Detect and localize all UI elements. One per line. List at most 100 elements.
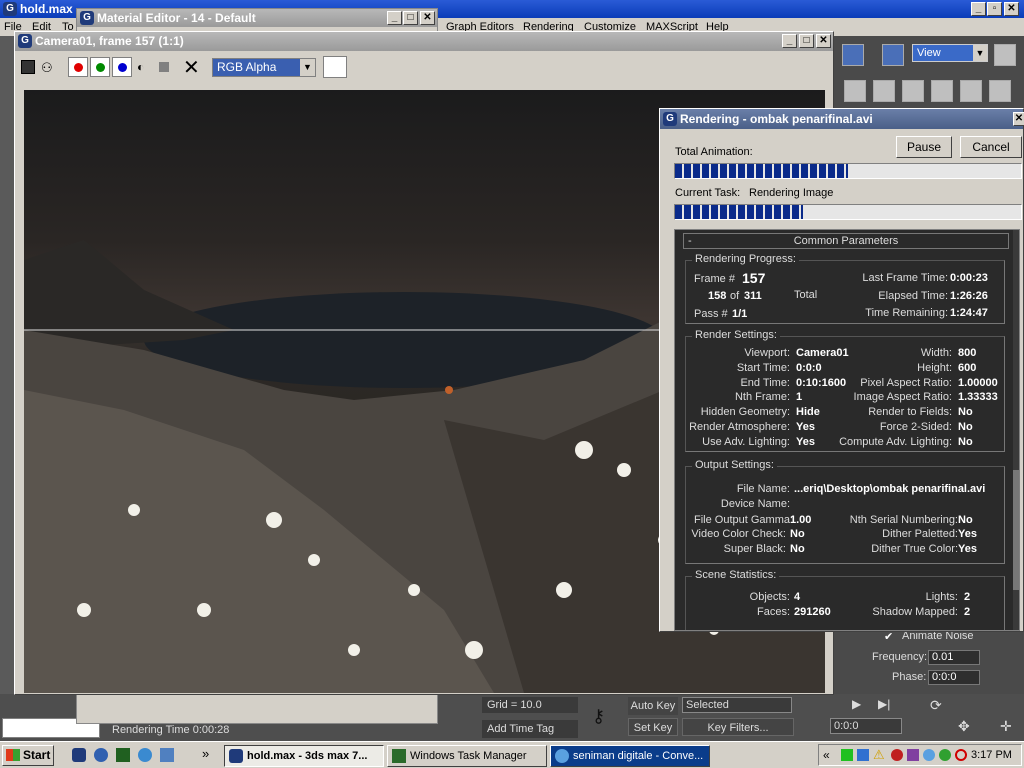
frame-value: 157 — [742, 270, 766, 286]
tray-warning-icon[interactable]: ⚠ — [873, 747, 885, 763]
lights-label: Lights: — [925, 591, 958, 603]
render-settings-group: Render Settings: Viewport: Camera01 Start … — [685, 329, 1005, 452]
max-restore-button[interactable]: ▫ — [987, 2, 1002, 16]
selected-select[interactable]: Selected — [682, 697, 792, 713]
quick-launch-ie-icon[interactable] — [138, 748, 152, 762]
frequency-input[interactable]: 0.01 — [928, 650, 980, 665]
next-frame-icon[interactable]: ▶| — [878, 697, 890, 711]
green-channel-button[interactable] — [90, 57, 110, 77]
clone-icon[interactable]: ⚇ — [41, 60, 53, 76]
faces-label: Faces: — [756, 606, 790, 618]
frame-close-button[interactable]: ✕ — [816, 34, 831, 48]
max-title: hold.max — [20, 2, 73, 16]
tray-block-icon[interactable] — [955, 749, 967, 761]
mono-channel-icon[interactable]: ◐ — [137, 60, 144, 74]
max-minimize-button[interactable]: _ — [971, 2, 986, 16]
phase-input[interactable]: 0:0:0 — [928, 670, 980, 685]
view-select[interactable]: View ▼ — [912, 44, 988, 62]
common-parameters-panel: - Common Parameters Rendering Progress: … — [674, 229, 1020, 631]
cancel-button[interactable]: Cancel — [960, 136, 1022, 158]
play-icon[interactable]: ▶ — [852, 697, 861, 711]
rendering-dialog-close-button[interactable]: ✕ — [1013, 112, 1024, 126]
file-name-label: File Name: — [736, 483, 790, 495]
color-swatch[interactable] — [323, 56, 347, 78]
start-label: Start — [23, 748, 51, 762]
chevron-down-icon: ▼ — [973, 45, 987, 61]
auto-key-label: Auto Key — [630, 700, 676, 712]
scrollbar[interactable] — [1013, 230, 1019, 630]
add-time-tag-button[interactable]: Add Time Tag — [482, 720, 578, 738]
quick-launch-desktop-icon[interactable] — [160, 748, 174, 762]
pause-button[interactable]: Pause — [896, 136, 952, 158]
viewport-icon[interactable] — [882, 44, 904, 66]
material-editor-minimize-button[interactable]: _ — [387, 11, 402, 25]
utilities-tab-icon[interactable] — [989, 80, 1011, 102]
channel-select[interactable]: RGB Alpha ▼ — [212, 58, 316, 77]
quick-launch-app-icon[interactable] — [116, 748, 130, 762]
tray-antivirus-icon[interactable] — [891, 749, 903, 761]
tray-chevron[interactable]: « — [823, 748, 830, 762]
task-button-task-manager[interactable]: Windows Task Manager — [387, 745, 547, 767]
frame-maximize-button[interactable]: □ — [799, 34, 814, 48]
material-editor-maximize-button[interactable]: □ — [403, 11, 418, 25]
save-icon[interactable] — [21, 60, 35, 74]
key-filters-button[interactable]: Key Filters... — [682, 718, 794, 736]
scrollbar-thumb[interactable] — [1013, 470, 1019, 590]
current-task-label: Current Task: — [675, 187, 741, 199]
tray-shield-icon[interactable] — [907, 749, 919, 761]
pan-icon[interactable]: ✥ — [958, 718, 970, 735]
zoom-icon[interactable]: ✛ — [1000, 718, 1012, 735]
start-button[interactable]: Start — [2, 745, 54, 766]
frame-minimize-button[interactable]: _ — [782, 34, 797, 48]
orbit-icon[interactable]: ⟳ — [930, 697, 942, 714]
red-channel-button[interactable] — [68, 57, 88, 77]
modify-tab-icon[interactable] — [873, 80, 895, 102]
animate-noise-checkbox-row[interactable]: ✔ Animate Noise — [884, 630, 1024, 644]
render-setting-value: Camera01 — [796, 347, 849, 359]
current-task-progress-fill — [675, 205, 804, 219]
tray-green-icon[interactable] — [841, 749, 853, 761]
common-parameters-rollout[interactable]: - Common Parameters — [683, 233, 1009, 249]
add-time-tag-label: Add Time Tag — [487, 723, 555, 735]
auto-key-button[interactable]: Auto Key — [628, 697, 678, 715]
tray-green-man-icon[interactable] — [939, 749, 951, 761]
render-setting-value: 1 — [796, 391, 803, 404]
quick-launch-media-icon[interactable] — [94, 748, 108, 762]
dither-true-label: Dither True Color: — [871, 543, 958, 555]
render-setting-value: No — [958, 406, 973, 419]
rendering-progress-title: Rendering Progress: — [692, 253, 799, 265]
create-tab-icon[interactable] — [844, 80, 866, 102]
render-setting-label: End Time: — [740, 376, 790, 389]
elapsed-label: Elapsed Time: — [878, 290, 948, 302]
frames-done: 158 — [708, 290, 727, 302]
render-setting-label: Image Aspect Ratio: — [853, 391, 952, 404]
blue-channel-button[interactable] — [112, 57, 132, 77]
gamma-label: File Output Gamma: — [694, 514, 794, 526]
alpha-channel-icon[interactable] — [159, 62, 169, 72]
remaining-value: 1:24:47 — [950, 307, 988, 319]
rendering-time-label: Rendering Time 0:00:28 — [112, 724, 230, 736]
motion-tab-icon[interactable] — [931, 80, 953, 102]
render-setting-label: Start Time: — [736, 361, 790, 374]
key-filters-label: Key Filters... — [707, 722, 769, 734]
time-input[interactable]: 0:0:0 — [830, 718, 902, 734]
task-button-3dsmax[interactable]: hold.max - 3ds max 7... — [224, 745, 384, 767]
remaining-label: Time Remaining: — [865, 307, 948, 319]
red-channel-icon — [74, 63, 83, 72]
material-editor-close-button[interactable]: ✕ — [420, 11, 435, 25]
display-tab-icon[interactable] — [960, 80, 982, 102]
max-close-button[interactable]: ✕ — [1004, 2, 1019, 16]
set-key-button[interactable]: Set Key — [628, 718, 678, 736]
clear-icon[interactable]: ✕ — [183, 55, 200, 80]
frame-window-title: Camera01, frame 157 (1:1) — [35, 34, 184, 48]
render-setting-value: 800 — [958, 347, 977, 359]
tray-network-icon[interactable] — [857, 749, 869, 761]
layout-icon[interactable] — [842, 44, 864, 66]
quick-launch-chevron[interactable]: » — [202, 746, 209, 761]
render-setting-label: Pixel Aspect Ratio: — [860, 376, 952, 389]
quick-launch-3dsmax-icon[interactable] — [72, 748, 86, 762]
task-button-conversation[interactable]: seniman digitale - Conve... — [550, 745, 710, 767]
teapot-icon[interactable] — [994, 44, 1016, 66]
tray-messenger-icon[interactable] — [923, 749, 935, 761]
hierarchy-tab-icon[interactable] — [902, 80, 924, 102]
